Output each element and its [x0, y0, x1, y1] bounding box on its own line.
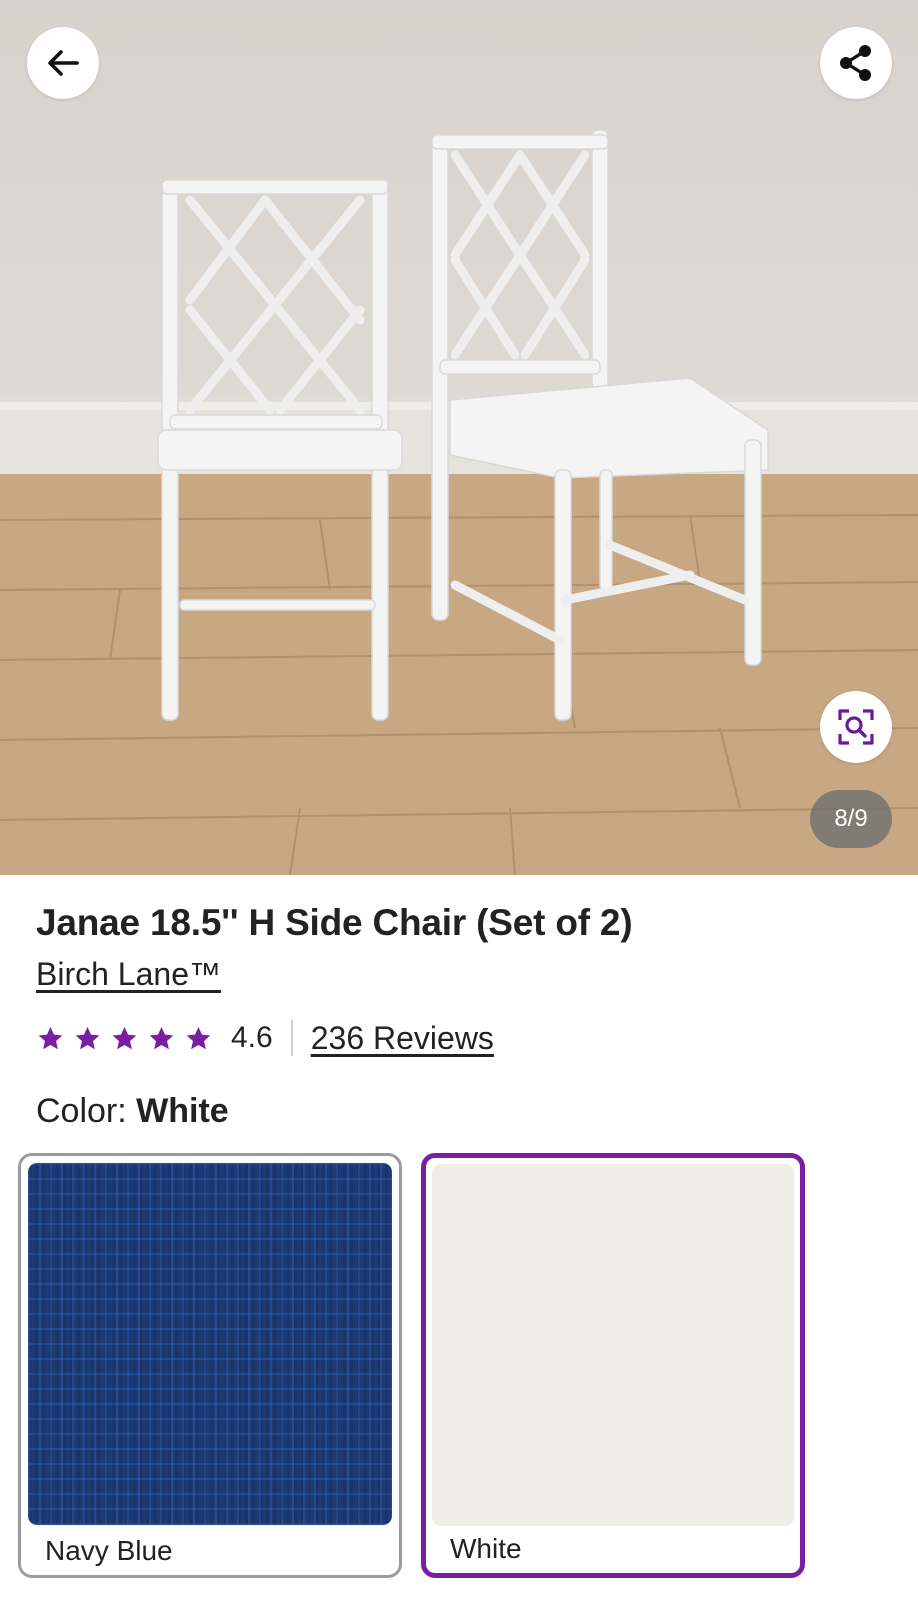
rating-value: 4.6 [231, 1021, 273, 1054]
arrow-left-icon [48, 50, 79, 76]
star-icon [186, 1026, 211, 1049]
share-icon [840, 45, 871, 81]
image-counter: 8/9 [810, 790, 892, 848]
product-title: Janae 18.5'' H Side Chair (Set of 2) [36, 902, 633, 943]
product-image[interactable]: 8/9 [0, 0, 918, 875]
divider [290, 1020, 293, 1056]
rating-row: 4.6 236 Reviews [36, 1018, 494, 1058]
brand-link[interactable]: Birch Lane™ [36, 956, 221, 993]
rating-stars [36, 1024, 213, 1053]
zoom-button[interactable] [820, 691, 892, 763]
swatch-label: White [450, 1533, 522, 1564]
share-button[interactable] [820, 27, 892, 99]
star-icon [112, 1026, 137, 1049]
back-button[interactable] [27, 27, 99, 99]
star-icon [149, 1026, 174, 1049]
swatch-white[interactable]: White [421, 1153, 805, 1578]
star-icon [38, 1026, 63, 1049]
swatch-image [28, 1163, 392, 1525]
zoom-search-icon [838, 709, 874, 745]
swatch-navy-blue[interactable]: Navy Blue [18, 1153, 402, 1578]
swatch-image [432, 1164, 794, 1526]
product-photo [0, 129, 918, 875]
star-icon [75, 1026, 100, 1049]
reviews-link[interactable]: 236 Reviews [311, 1020, 494, 1057]
color-label: Color: [36, 1092, 127, 1130]
color-selection-label: Color: White [36, 1092, 229, 1131]
selected-color: White [136, 1092, 229, 1130]
swatch-label: Navy Blue [45, 1535, 173, 1566]
